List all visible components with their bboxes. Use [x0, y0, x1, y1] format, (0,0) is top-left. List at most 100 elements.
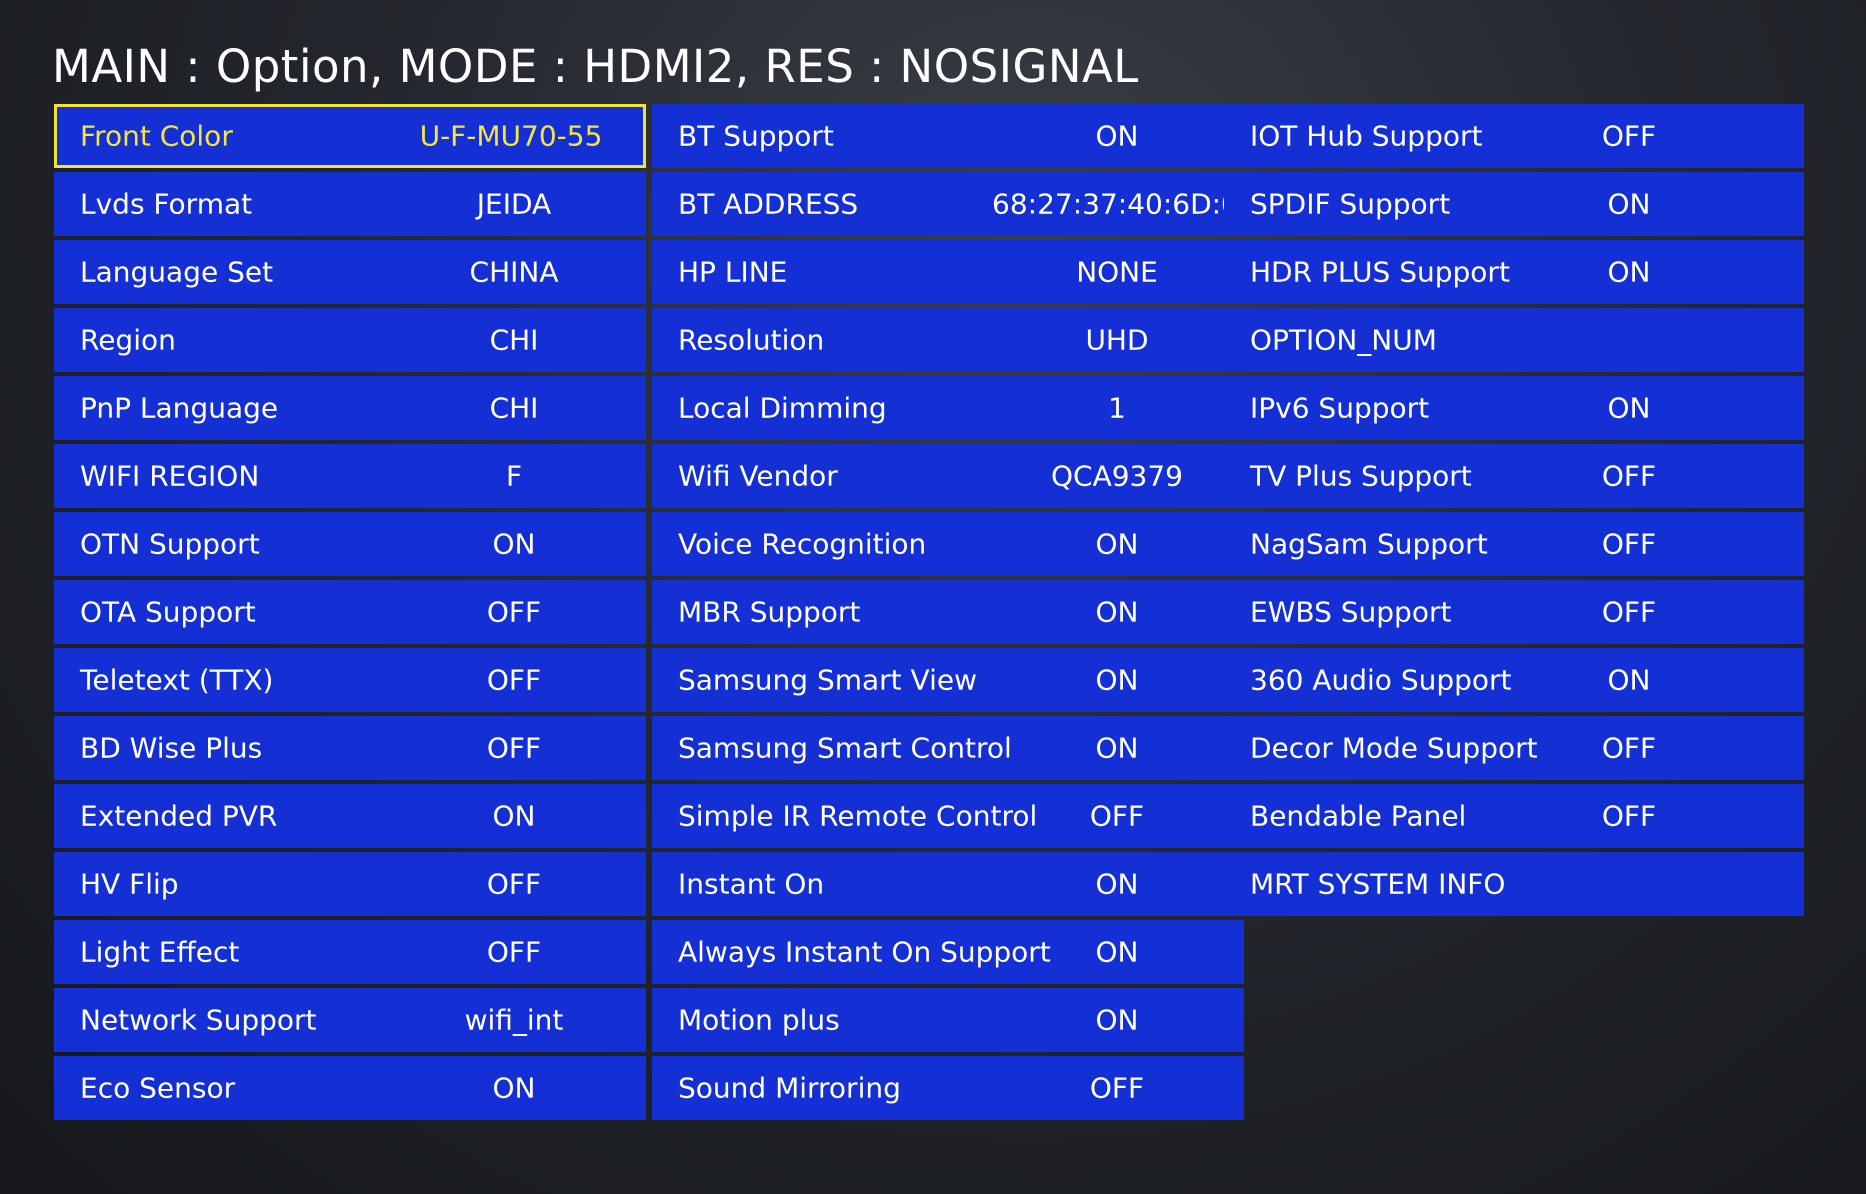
option-label: Local Dimming [678, 391, 887, 425]
option-label: OTN Support [80, 527, 260, 561]
option-value: U-F-MU70-55 [419, 119, 603, 153]
option-label: Bendable Panel [1250, 799, 1467, 833]
options-column-3: IOT Hub Support OFF SPDIF Support ON HDR PLU… [1224, 104, 1804, 920]
option-value: ON [1607, 187, 1651, 221]
option-row-teletext-ttx[interactable]: Teletext (TTX) OFF [54, 648, 646, 712]
option-row-360-audio-support[interactable]: 360 Audio Support ON [1224, 648, 1804, 712]
option-row-option-num[interactable]: OPTION_NUM [1224, 308, 1804, 372]
option-value: JEIDA [476, 187, 552, 221]
option-label: 360 Audio Support [1250, 663, 1512, 697]
option-row-ipv6-support[interactable]: IPv6 Support ON [1224, 376, 1804, 440]
option-value: ON [1607, 663, 1651, 697]
option-row-spdif-support[interactable]: SPDIF Support ON [1224, 172, 1804, 236]
option-label: Teletext (TTX) [80, 663, 274, 697]
option-row-extended-pvr[interactable]: Extended PVR ON [54, 784, 646, 848]
option-value: OFF [1601, 799, 1657, 833]
option-label: Language Set [80, 255, 274, 289]
option-row-tv-plus-support[interactable]: TV Plus Support OFF [1224, 444, 1804, 508]
option-value: ON [1095, 935, 1139, 969]
option-row-bd-wise-plus[interactable]: BD Wise Plus OFF [54, 716, 646, 780]
option-value: UHD [1085, 323, 1149, 357]
option-value: ON [1095, 119, 1139, 153]
option-label: Eco Sensor [80, 1071, 236, 1105]
option-value: ON [1095, 1003, 1139, 1037]
option-row-bt-address[interactable]: BT ADDRESS 68:27:37:40:6D:07 [652, 172, 1257, 236]
option-row-simple-ir-remote-control[interactable]: Simple IR Remote Control OFF [652, 784, 1244, 848]
option-row-samsung-smart-view[interactable]: Samsung Smart View ON [652, 648, 1244, 712]
option-row-wifi-vendor[interactable]: Wifi Vendor QCA9379 [652, 444, 1244, 508]
option-value: CHINA [469, 255, 559, 289]
option-label: MRT SYSTEM INFO [1250, 867, 1506, 901]
option-label: BT ADDRESS [678, 187, 859, 221]
option-label: HDR PLUS Support [1250, 255, 1510, 289]
option-label: Instant On [678, 867, 825, 901]
option-row-instant-on[interactable]: Instant On ON [652, 852, 1244, 916]
service-menu-screen: MAIN : Option, MODE : HDMI2, RES : NOSIG… [0, 0, 1866, 1194]
option-row-voice-recognition[interactable]: Voice Recognition ON [652, 512, 1244, 576]
option-label: Resolution [678, 323, 825, 357]
option-row-language-set[interactable]: Language Set CHINA [54, 240, 646, 304]
option-row-motion-plus[interactable]: Motion plus ON [652, 988, 1244, 1052]
option-row-iot-hub-support[interactable]: IOT Hub Support OFF [1224, 104, 1804, 168]
option-row-region[interactable]: Region CHI [54, 308, 646, 372]
option-row-local-dimming[interactable]: Local Dimming 1 [652, 376, 1244, 440]
option-value: wifi_int [464, 1003, 564, 1037]
option-row-hv-flip[interactable]: HV Flip OFF [54, 852, 646, 916]
option-row-ota-support[interactable]: OTA Support OFF [54, 580, 646, 644]
option-label: IPv6 Support [1250, 391, 1430, 425]
option-row-hp-line[interactable]: HP LINE NONE [652, 240, 1244, 304]
option-row-network-support[interactable]: Network Support wifi_int [54, 988, 646, 1052]
option-row-always-instant-on-support[interactable]: Always Instant On Support ON [652, 920, 1244, 984]
option-row-ewbs-support[interactable]: EWBS Support OFF [1224, 580, 1804, 644]
option-value: OFF [1601, 731, 1657, 765]
option-label: Lvds Format [80, 187, 253, 221]
option-label: OPTION_NUM [1250, 323, 1437, 357]
option-row-nagsam-support[interactable]: NagSam Support OFF [1224, 512, 1804, 576]
option-row-bt-support[interactable]: BT Support ON [652, 104, 1244, 168]
option-row-samsung-smart-control[interactable]: Samsung Smart Control ON [652, 716, 1244, 780]
options-column-1: Front Color U-F-MU70-55 Lvds Format JEIDA La… [54, 104, 646, 1124]
option-label: Motion plus [678, 1003, 840, 1037]
option-value: ON [1095, 731, 1139, 765]
option-row-lvds-format[interactable]: Lvds Format JEIDA [54, 172, 646, 236]
option-label: BD Wise Plus [80, 731, 263, 765]
option-row-light-effect[interactable]: Light Effect OFF [54, 920, 646, 984]
option-value: ON [492, 799, 536, 833]
option-value: ON [1095, 527, 1139, 561]
option-label: Decor Mode Support [1250, 731, 1538, 765]
option-value: OFF [1089, 799, 1145, 833]
option-row-eco-sensor[interactable]: Eco Sensor ON [54, 1056, 646, 1120]
option-value: ON [1095, 595, 1139, 629]
option-value: OFF [1601, 459, 1657, 493]
option-row-wifi-region[interactable]: WIFI REGION F [54, 444, 646, 508]
option-value: 68:27:37:40:6D:07 [992, 187, 1257, 221]
option-value: OFF [1601, 595, 1657, 629]
option-label: HV Flip [80, 867, 179, 901]
option-row-mrt-system-info[interactable]: MRT SYSTEM INFO [1224, 852, 1804, 916]
option-value: 1 [1108, 391, 1126, 425]
option-label: Sound Mirroring [678, 1071, 901, 1105]
option-row-mbr-support[interactable]: MBR Support ON [652, 580, 1244, 644]
option-row-hdr-plus-support[interactable]: HDR PLUS Support ON [1224, 240, 1804, 304]
option-row-sound-mirroring[interactable]: Sound Mirroring OFF [652, 1056, 1244, 1120]
option-label: HP LINE [678, 255, 788, 289]
option-value: OFF [486, 595, 542, 629]
option-row-pnp-language[interactable]: PnP Language CHI [54, 376, 646, 440]
option-row-otn-support[interactable]: OTN Support ON [54, 512, 646, 576]
option-value: OFF [1089, 1071, 1145, 1105]
option-value: OFF [486, 731, 542, 765]
option-label: SPDIF Support [1250, 187, 1451, 221]
option-label: Samsung Smart View [678, 663, 978, 697]
option-value: ON [492, 527, 536, 561]
option-value: OFF [1601, 119, 1657, 153]
option-row-decor-mode-support[interactable]: Decor Mode Support OFF [1224, 716, 1804, 780]
option-label: Voice Recognition [678, 527, 927, 561]
option-row-resolution[interactable]: Resolution UHD [652, 308, 1244, 372]
option-value: QCA9379 [1050, 459, 1183, 493]
option-value: F [505, 459, 523, 493]
option-row-bendable-panel[interactable]: Bendable Panel OFF [1224, 784, 1804, 848]
option-row-front-color[interactable]: Front Color U-F-MU70-55 [54, 104, 646, 168]
option-label: Wifi Vendor [678, 459, 838, 493]
option-value: ON [1607, 255, 1651, 289]
option-label: MBR Support [678, 595, 861, 629]
